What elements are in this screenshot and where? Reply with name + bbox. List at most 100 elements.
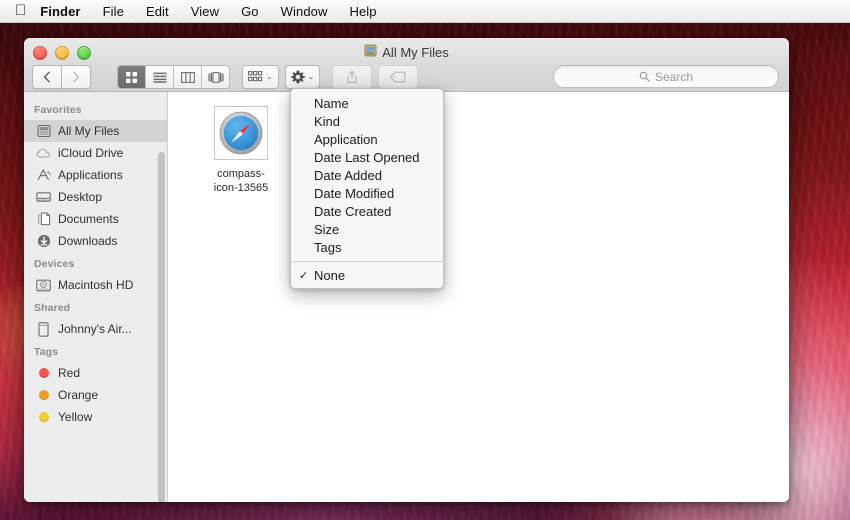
- sidebar-item-label: Documents: [58, 212, 119, 226]
- gear-icon: [290, 70, 305, 84]
- action-button[interactable]: ⌄: [284, 65, 321, 89]
- menu-item-name[interactable]: Name: [291, 94, 443, 112]
- file-thumbnail: [214, 106, 268, 160]
- arrange-by-dropdown-menu: Name Kind Application Date Last Opened D…: [290, 88, 444, 289]
- all-my-files-icon: [364, 44, 377, 60]
- menu-bar-item-file[interactable]: File: [92, 4, 135, 19]
- file-name-line-1: compass-: [217, 168, 265, 180]
- tag-button[interactable]: [378, 65, 419, 89]
- sidebar-item-tag-orange[interactable]: Orange: [24, 384, 167, 406]
- back-button[interactable]: [32, 65, 62, 89]
- menu-item-label: Date Modified: [314, 185, 395, 201]
- tag-dot-icon: [36, 410, 51, 425]
- menu-item-label: Date Added: [314, 167, 382, 183]
- menu-bar:  Finder File Edit View Go Window Help: [0, 0, 850, 23]
- menu-bar-item-window[interactable]: Window: [270, 4, 339, 19]
- menu-item-label: Date Created: [314, 203, 392, 219]
- tag-icon: [390, 71, 406, 83]
- sidebar-item-desktop[interactable]: Desktop: [24, 186, 167, 208]
- sidebar-item-label: Applications: [58, 168, 123, 182]
- apple-logo-icon[interactable]: : [0, 3, 37, 18]
- sidebar-item-label: Orange: [58, 388, 99, 402]
- menu-item-kind[interactable]: Kind: [291, 112, 443, 130]
- sidebar-header-tags: Tags: [34, 346, 59, 358]
- list-view-button[interactable]: [145, 66, 173, 88]
- sidebar-item-johnnys-air[interactable]: Johnny's Air...: [24, 318, 167, 340]
- menu-bar-item-edit[interactable]: Edit: [135, 4, 180, 19]
- sidebar-item-label: iCloud Drive: [58, 146, 124, 160]
- desktop-icon: [36, 190, 51, 205]
- file-name-line-2: icon-13565: [213, 182, 269, 194]
- toolbar-share-group: [332, 65, 419, 89]
- menu-item-label: Name: [314, 95, 349, 111]
- sidebar-item-label: Macintosh HD: [58, 278, 134, 292]
- menu-bar-item-finder[interactable]: Finder: [37, 4, 91, 19]
- view-mode-segmented-control: [117, 65, 230, 89]
- checkmark-icon: ✓: [299, 269, 309, 282]
- icon-view-button[interactable]: [118, 66, 145, 88]
- share-button[interactable]: [332, 65, 373, 89]
- file-content-area[interactable]: compass- icon-13565: [168, 92, 789, 502]
- menu-item-none[interactable]: ✓ None: [291, 266, 443, 284]
- chevron-down-icon: ⌄: [266, 72, 273, 81]
- menu-item-date-modified[interactable]: Date Modified: [291, 184, 443, 202]
- sidebar-item-label: Downloads: [58, 234, 118, 248]
- applications-icon: [36, 168, 51, 183]
- menu-item-label: Tags: [314, 239, 342, 255]
- arrange-button[interactable]: ⌄: [242, 65, 279, 89]
- sidebar-item-tag-yellow[interactable]: Yellow: [24, 406, 167, 428]
- menu-bar-item-help[interactable]: Help: [338, 4, 387, 19]
- tag-dot-icon: [36, 388, 51, 403]
- sidebar-header-favorites: Favorites: [34, 104, 82, 116]
- sidebar-item-all-my-files[interactable]: All My Files: [24, 120, 167, 142]
- menu-item-application[interactable]: Application: [291, 130, 443, 148]
- shared-device-icon: [36, 321, 51, 337]
- compass-icon: [219, 111, 263, 155]
- sidebar-item-tag-red[interactable]: Red: [24, 362, 167, 384]
- menu-item-date-created[interactable]: Date Created: [291, 202, 443, 220]
- menu-item-date-last-opened[interactable]: Date Last Opened: [291, 148, 443, 166]
- column-view-button[interactable]: [173, 66, 201, 88]
- all-my-files-icon: [36, 124, 51, 139]
- sidebar-item-macintosh-hd[interactable]: Macintosh HD: [24, 274, 167, 296]
- sidebar-item-applications[interactable]: Applications: [24, 164, 167, 186]
- coverflow-view-button[interactable]: [201, 66, 229, 88]
- search-placeholder: Search: [654, 69, 694, 84]
- menu-item-label: None: [314, 267, 346, 283]
- sidebar-item-documents[interactable]: Documents: [24, 208, 167, 230]
- documents-icon: [36, 212, 51, 227]
- menu-item-label: Kind: [314, 113, 341, 129]
- menu-bar-item-view[interactable]: View: [180, 4, 230, 19]
- file-name-label: compass- icon-13565: [196, 167, 286, 195]
- sidebar-scrollbar[interactable]: [158, 152, 165, 502]
- toolbar-action-group: ⌄ ⌄: [242, 65, 321, 89]
- menu-item-tags[interactable]: Tags: [291, 238, 443, 256]
- sidebar-item-label: Johnny's Air...: [58, 322, 132, 336]
- chevron-down-icon: ⌄: [307, 72, 315, 81]
- cloud-icon: [36, 146, 51, 161]
- menu-separator: [291, 261, 443, 262]
- sidebar-header-devices: Devices: [34, 258, 75, 270]
- window-titlebar[interactable]: All My Files ⌄ ⌄ Search: [24, 38, 789, 92]
- file-item-compass-icon[interactable]: compass- icon-13565: [196, 106, 286, 195]
- search-icon: [639, 71, 650, 82]
- window-title-text: All My Files: [382, 44, 449, 60]
- sidebar-item-icloud-drive[interactable]: iCloud Drive: [24, 142, 167, 164]
- sidebar-item-downloads[interactable]: Downloads: [24, 230, 167, 252]
- arrange-grid-icon: [248, 71, 263, 82]
- finder-sidebar: Favorites All My Files iCloud Drive Appl…: [24, 92, 168, 502]
- menu-item-size[interactable]: Size: [291, 220, 443, 238]
- window-title-area: All My Files: [24, 44, 789, 60]
- desktop-screen:  Finder File Edit View Go Window Help: [0, 0, 850, 520]
- forward-button[interactable]: [62, 65, 91, 89]
- sidebar-item-label: Red: [58, 366, 81, 380]
- navigation-buttons: [32, 65, 91, 89]
- menu-bar-item-go[interactable]: Go: [230, 4, 270, 19]
- sidebar-header-shared: Shared: [34, 302, 71, 314]
- sidebar-item-label: All My Files: [58, 124, 120, 138]
- sidebar-item-label: Desktop: [58, 190, 103, 204]
- menu-item-date-added[interactable]: Date Added: [291, 166, 443, 184]
- search-field[interactable]: Search: [553, 65, 779, 88]
- hard-drive-icon: [36, 278, 51, 293]
- menu-item-label: Size: [314, 221, 340, 237]
